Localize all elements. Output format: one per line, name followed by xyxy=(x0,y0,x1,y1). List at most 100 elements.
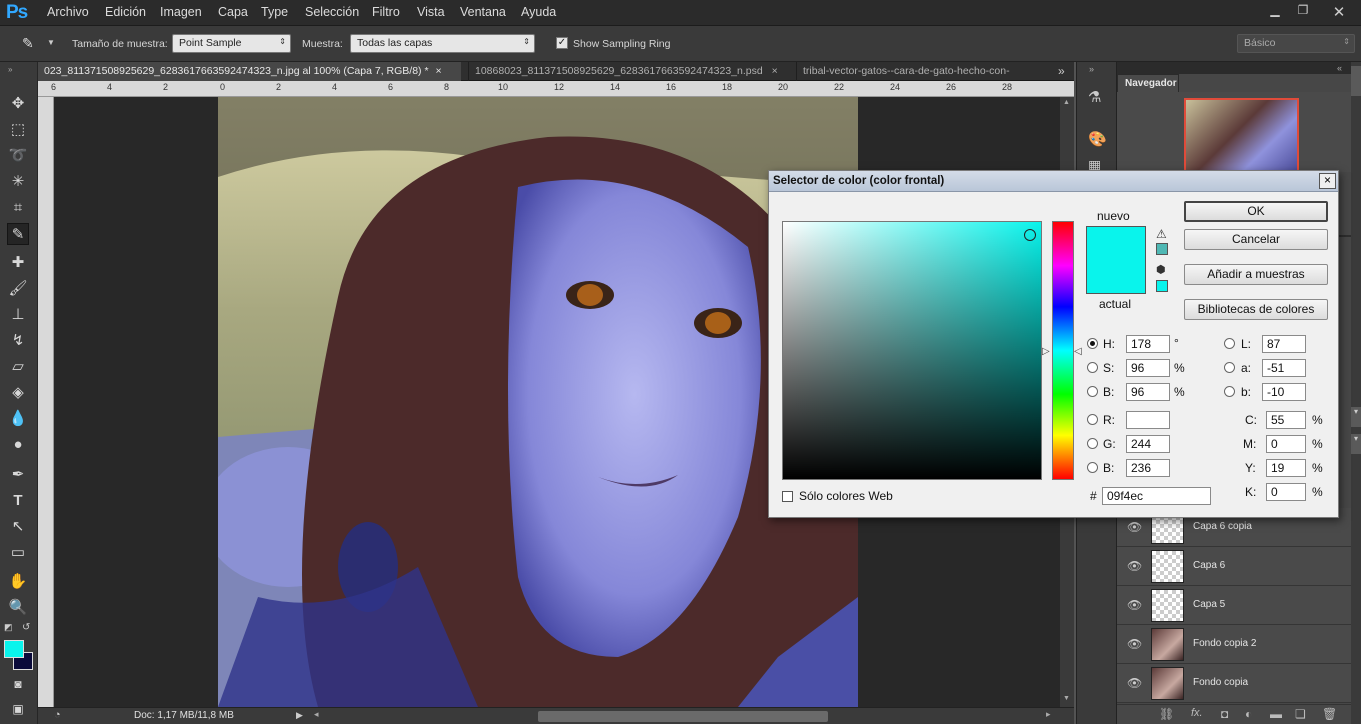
healing-brush-tool-icon[interactable]: ✚ xyxy=(7,252,29,274)
panel-collapse-icon[interactable]: « xyxy=(1337,63,1342,73)
visibility-eye-icon[interactable]: 👁 xyxy=(1127,598,1142,612)
green-radio[interactable] xyxy=(1087,438,1098,449)
eyedropper-tool-icon[interactable]: ✎ xyxy=(7,223,29,245)
histogram-icon[interactable]: ⚗ xyxy=(1088,88,1101,106)
visibility-eye-icon[interactable]: 👁 xyxy=(1127,520,1142,534)
swap-colors-icon[interactable]: ↺ xyxy=(22,622,30,633)
layer-row[interactable]: 👁 Capa 5 xyxy=(1117,586,1351,625)
web-safe-warning-icon[interactable]: ⬢ xyxy=(1156,263,1166,276)
menu-ventana[interactable]: Ventana xyxy=(460,5,506,19)
magic-wand-tool-icon[interactable]: ✳ xyxy=(7,171,29,193)
rectangle-tool-icon[interactable]: ▭ xyxy=(7,542,29,564)
sampling-ring-checkbox[interactable]: ✓ xyxy=(556,37,568,49)
sample-size-select[interactable]: Point Sample ⇕ xyxy=(172,34,291,53)
type-tool-icon[interactable]: T xyxy=(7,490,29,512)
menu-filtro[interactable]: Filtro xyxy=(372,5,400,19)
scroll-down-icon[interactable]: ▼ xyxy=(1063,695,1070,702)
eraser-tool-icon[interactable]: ▱ xyxy=(7,356,29,378)
sample-select[interactable]: Todas las capas ⇕ xyxy=(350,34,535,53)
menu-archivo[interactable]: Archivo xyxy=(47,5,89,19)
cyan-input[interactable]: 55 xyxy=(1266,411,1306,429)
menu-seleccion[interactable]: Selección xyxy=(305,5,359,19)
red-input[interactable] xyxy=(1126,411,1170,429)
green-input[interactable]: 244 xyxy=(1126,435,1170,453)
screen-mode-icon[interactable]: ▣ xyxy=(7,698,29,720)
web-colors-only-checkbox[interactable] xyxy=(782,491,793,502)
status-arrow-icon[interactable]: ▶ xyxy=(296,710,303,721)
workspace-select[interactable]: Básico ⇕ xyxy=(1237,34,1355,53)
layer-row[interactable]: 👁 Capa 6 xyxy=(1117,547,1351,586)
hand-tool-icon[interactable]: ✋ xyxy=(7,571,29,593)
saturation-radio[interactable] xyxy=(1087,362,1098,373)
default-colors-icon[interactable]: ◩ xyxy=(4,622,13,633)
ok-button[interactable]: OK xyxy=(1184,201,1328,222)
panel-scrollbar[interactable] xyxy=(1351,62,1361,724)
black-input[interactable]: 0 xyxy=(1266,483,1306,501)
brush-tool-icon[interactable]: 🖌 xyxy=(7,278,29,300)
lab-a-radio[interactable] xyxy=(1224,362,1235,373)
menu-imagen[interactable]: Imagen xyxy=(160,5,202,19)
minimize-icon[interactable]: ▁ xyxy=(1266,3,1284,19)
delete-layer-icon[interactable]: 🗑 xyxy=(1322,707,1337,721)
restore-icon[interactable]: ❐ xyxy=(1294,3,1312,19)
hue-input[interactable]: 178 xyxy=(1126,335,1170,353)
link-layers-icon[interactable]: ⛓ xyxy=(1159,707,1174,721)
menu-vista[interactable]: Vista xyxy=(417,5,445,19)
collapse-toolbar-icon[interactable]: » xyxy=(8,65,12,74)
navigator-thumbnail[interactable] xyxy=(1184,98,1299,174)
layer-row[interactable]: 👁 Fondo copia 2 xyxy=(1117,625,1351,664)
tab-tribal-document[interactable]: tribal-vector-gatos--cara-de-gato-hecho-… xyxy=(796,62,1046,81)
menu-ayuda[interactable]: Ayuda xyxy=(521,5,556,19)
color-libraries-button[interactable]: Bibliotecas de colores xyxy=(1184,299,1328,320)
panel-scroll-thumb[interactable] xyxy=(1351,66,1361,96)
new-layer-icon[interactable]: ❏ xyxy=(1295,707,1306,721)
visibility-eye-icon[interactable]: 👁 xyxy=(1127,676,1142,690)
layer-row[interactable]: 👁 Fondo copia xyxy=(1117,664,1351,703)
dialog-close-icon[interactable]: × xyxy=(1319,173,1336,189)
menu-capa[interactable]: Capa xyxy=(218,5,248,19)
add-mask-icon[interactable]: ◘ xyxy=(1221,707,1228,721)
document-image[interactable] xyxy=(218,97,858,707)
pen-tool-icon[interactable]: ✒ xyxy=(7,464,29,486)
blue-radio[interactable] xyxy=(1087,462,1098,473)
tab-psd-document[interactable]: 10868023_811371508925629_628361766359247… xyxy=(468,62,793,81)
red-radio[interactable] xyxy=(1087,414,1098,425)
eyedropper-icon[interactable]: ✎ xyxy=(22,35,34,52)
scroll-right-icon[interactable]: ▸ xyxy=(1046,709,1051,720)
layers-options-caret-icon[interactable]: ▾ xyxy=(1351,434,1361,454)
close-window-icon[interactable]: ✕ xyxy=(1330,3,1348,21)
dock-collapse-icon[interactable]: » xyxy=(1089,64,1094,74)
crop-tool-icon[interactable]: ⌗ xyxy=(7,197,29,219)
paint-bucket-tool-icon[interactable]: ◈ xyxy=(7,382,29,404)
menu-type[interactable]: Type xyxy=(261,5,288,19)
layers-options-caret-icon[interactable]: ▾ xyxy=(1351,407,1361,427)
hue-slider[interactable] xyxy=(1052,221,1074,480)
dialog-title-bar[interactable]: Selector de color (color frontal) × xyxy=(769,171,1338,192)
horizontal-scroll-thumb[interactable] xyxy=(538,711,828,722)
brightness-radio[interactable] xyxy=(1087,386,1098,397)
lab-l-input[interactable]: 87 xyxy=(1262,335,1306,353)
lab-b-input[interactable]: -10 xyxy=(1262,383,1306,401)
quick-mask-icon[interactable]: ◙ xyxy=(7,673,29,695)
lab-b-radio[interactable] xyxy=(1224,386,1235,397)
zoom-tool-icon[interactable]: 🔍 xyxy=(7,597,29,619)
yellow-input[interactable]: 19 xyxy=(1266,459,1306,477)
blur-tool-icon[interactable]: 💧 xyxy=(7,408,29,430)
color-field-cursor[interactable] xyxy=(1024,229,1036,241)
hue-radio[interactable] xyxy=(1087,338,1098,349)
saturation-input[interactable]: 96 xyxy=(1126,359,1170,377)
hue-slider-left-arrow-icon[interactable]: ▷ xyxy=(1042,346,1050,357)
add-to-swatches-button[interactable]: Añadir a muestras xyxy=(1184,264,1328,285)
foreground-color-swatch[interactable] xyxy=(4,640,24,658)
lasso-tool-icon[interactable]: ➰ xyxy=(7,145,29,167)
blue-input[interactable]: 236 xyxy=(1126,459,1170,477)
layer-style-icon[interactable]: fx. xyxy=(1191,707,1203,719)
tab-close-icon[interactable]: × xyxy=(772,65,778,77)
path-selection-tool-icon[interactable]: ↖ xyxy=(7,516,29,538)
hex-input[interactable]: 09f4ec xyxy=(1102,487,1211,505)
dodge-tool-icon[interactable]: ● xyxy=(7,434,29,456)
gamut-color-swatch[interactable] xyxy=(1156,243,1168,255)
move-tool-icon[interactable]: ✥ xyxy=(7,93,29,115)
visibility-eye-icon[interactable]: 👁 xyxy=(1127,559,1142,573)
tab-close-icon[interactable]: × xyxy=(435,65,441,77)
